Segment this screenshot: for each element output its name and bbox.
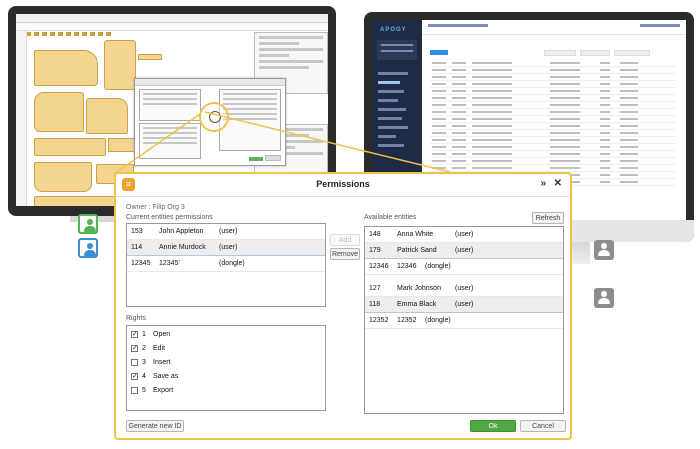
current-entities-list[interactable]: 153 John Appleton (user) 114 Annie Murdo… [126, 223, 326, 307]
permissions-dialog: ≡ Permissions » ✕ Owner : Filip Org 3 Cu… [114, 172, 572, 440]
ok-button[interactable]: Ok [470, 420, 516, 432]
list-item[interactable]: 114 Annie Murdock (user) [127, 240, 325, 256]
checkbox[interactable] [131, 359, 138, 366]
user-blue-icon [78, 238, 98, 258]
list-item[interactable]: 118 Emma Black (user) [365, 297, 563, 313]
checkbox[interactable] [131, 387, 138, 394]
user-grey-icon [594, 240, 614, 260]
available-entities-label: Available entities [364, 214, 417, 221]
list-item[interactable]: 153 John Appleton (user) [127, 224, 325, 240]
user-green-icon [78, 214, 98, 234]
checkbox[interactable]: ✓ [131, 331, 138, 338]
list-item[interactable]: 148 Anna White (user) [365, 227, 563, 243]
right-item-save-as[interactable]: ✓ 4 Save as [127, 370, 325, 384]
generate-id-button[interactable]: Generate new ID [126, 420, 184, 432]
current-entities-label: Current entities permissions [126, 214, 213, 221]
owner-label: Owner : Filip Org 3 [126, 204, 185, 211]
right-item-export[interactable]: 5 Export [127, 384, 325, 398]
dialog-titlebar[interactable]: ≡ Permissions » ✕ [116, 174, 570, 197]
dialog-title: Permissions [316, 179, 370, 189]
list-item[interactable]: 179 Patrick Sand (user) [365, 243, 563, 259]
available-entities-list[interactable]: 148 Anna White (user) 179 Patrick Sand (… [364, 226, 564, 414]
checkbox[interactable]: ✓ [131, 373, 138, 380]
list-item[interactable]: 127 Mark Johnson (user) [365, 281, 563, 297]
add-button[interactable]: Add [330, 234, 360, 246]
rights-label: Rights [126, 315, 146, 322]
remove-button[interactable]: Remove [330, 248, 360, 260]
close-icon[interactable]: ✕ [554, 178, 562, 189]
user-grey-icon [594, 288, 614, 308]
list-item[interactable]: 12345 12345' (dongle) [127, 256, 325, 272]
right-item-edit[interactable]: ✓ 2 Edit [127, 342, 325, 356]
list-item[interactable]: 12352 12352 (dongle) [365, 313, 563, 329]
cancel-button[interactable]: Cancel [520, 420, 566, 432]
right-item-open[interactable]: ✓ 1 Open [127, 328, 325, 342]
right-item-insert[interactable]: 3 Insert [127, 356, 325, 370]
rights-list: ✓ 1 Open ✓ 2 Edit 3 Insert ✓ 4 Save as 5… [126, 325, 326, 411]
refresh-button[interactable]: Refresh [532, 212, 564, 224]
checkbox[interactable]: ✓ [131, 345, 138, 352]
collapse-icon[interactable]: » [540, 178, 546, 189]
list-item[interactable]: 12346 12346 (dongle) [365, 259, 563, 275]
